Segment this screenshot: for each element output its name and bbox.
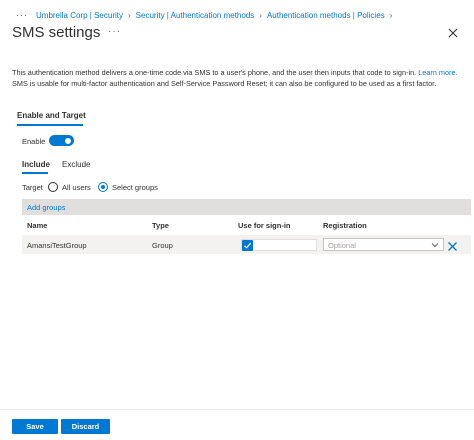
breadcrumb-item-auth-methods-policies[interactable]: Authentication methods | Policies: [267, 11, 385, 20]
discard-button[interactable]: Discard: [61, 419, 110, 434]
radio-all-users[interactable]: [48, 182, 58, 192]
tab-exclude[interactable]: Exclude: [62, 160, 90, 169]
chevron-down-icon: [431, 243, 439, 248]
radio-select-groups-label[interactable]: Select groups: [112, 183, 158, 192]
more-options-icon[interactable]: ···: [108, 26, 121, 37]
close-icon[interactable]: [447, 26, 459, 38]
breadcrumb: ··· Umbrella Corp | Security › Security …: [16, 8, 466, 22]
column-header-type: Type: [152, 221, 169, 230]
footer-divider: [0, 409, 474, 410]
use-for-sign-in-checkbox[interactable]: [242, 240, 253, 251]
row-group-type: Group: [152, 241, 173, 250]
description-line-2: SMS is usable for multi-factor authentic…: [12, 78, 437, 88]
remove-row-icon[interactable]: [447, 239, 458, 251]
checkmark-icon: [244, 242, 252, 249]
learn-more-link[interactable]: Learn more.: [418, 68, 457, 77]
tab-include-indicator: [22, 172, 48, 174]
enable-label: Enable: [22, 137, 46, 146]
column-header-name: Name: [27, 221, 48, 230]
enable-toggle[interactable]: [49, 135, 74, 146]
registration-dropdown[interactable]: Optional: [323, 238, 444, 251]
chevron-right-icon: ›: [128, 10, 131, 20]
breadcrumb-more-icon[interactable]: ···: [16, 10, 28, 20]
section-tab-indicator: [17, 124, 83, 126]
chevron-right-icon: ›: [389, 10, 393, 20]
row-group-name: AmansiTestGroup: [27, 241, 87, 250]
section-title[interactable]: Enable and Target: [17, 111, 86, 120]
target-label: Target: [22, 183, 43, 192]
description-line-1: This authentication method delivers a on…: [12, 68, 417, 77]
chevron-right-icon: ›: [259, 10, 262, 20]
breadcrumb-item-umbrella-security[interactable]: Umbrella Corp | Security: [36, 11, 123, 20]
save-button[interactable]: Save: [12, 419, 58, 434]
column-header-use-for-sign-in: Use for sign-in: [238, 221, 291, 230]
radio-all-users-label[interactable]: All users: [62, 183, 91, 192]
page-title: SMS settings: [12, 24, 101, 41]
description: This authentication method delivers a on…: [12, 68, 467, 89]
add-groups-bar: [22, 199, 471, 215]
add-groups-link[interactable]: Add groups: [27, 203, 65, 212]
registration-dropdown-value: Optional: [328, 241, 356, 250]
column-header-registration: Registration: [323, 221, 367, 230]
tab-include[interactable]: Include: [22, 160, 50, 169]
breadcrumb-item-security-auth-methods[interactable]: Security | Authentication methods: [136, 11, 255, 20]
toggle-knob: [65, 137, 71, 144]
radio-select-groups[interactable]: [98, 182, 108, 192]
